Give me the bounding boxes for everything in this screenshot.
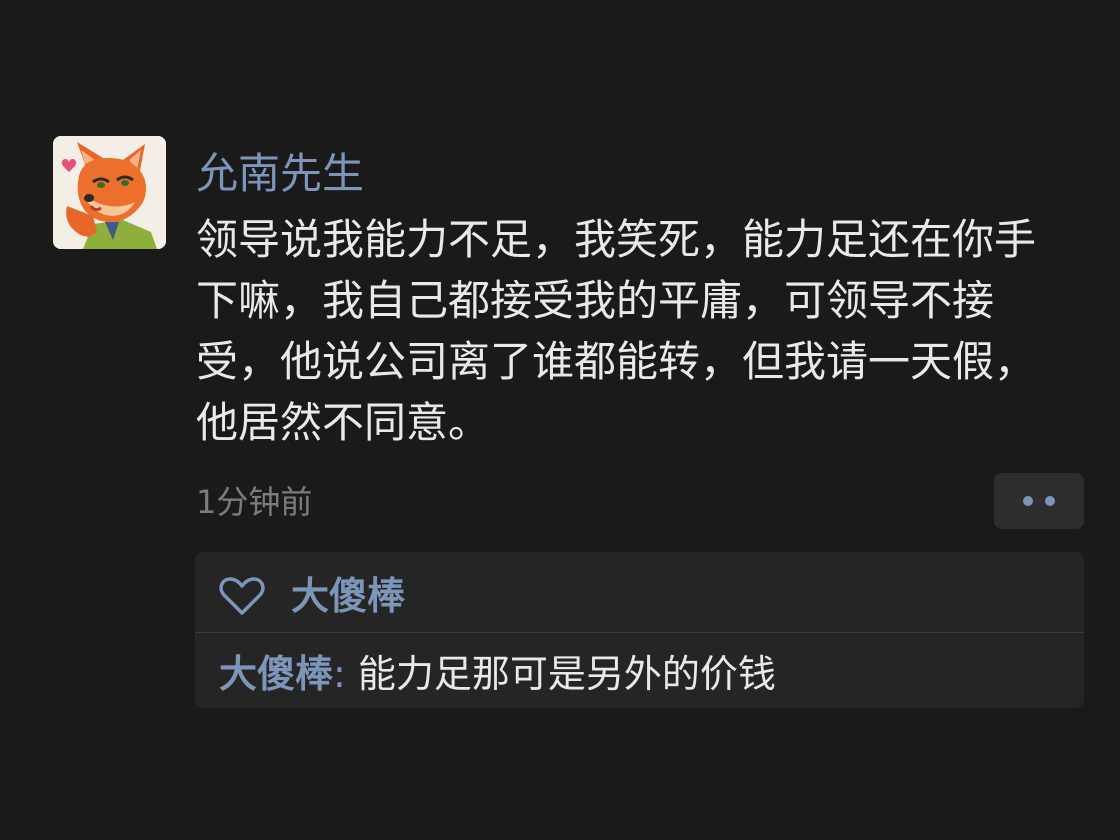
like-name[interactable]: 大傻棒 xyxy=(291,570,405,622)
interaction-panel: 大傻棒 大傻棒: 能力足那可是另外的价钱 xyxy=(195,552,1084,708)
fox-avatar-icon xyxy=(53,136,166,249)
post-text: 领导说我能力不足，我笑死，能力足还在你手下嘛，我自己都接受我的平庸，可领导不接受… xyxy=(196,215,1037,447)
avatar[interactable] xyxy=(53,136,166,249)
timestamp: 1分钟前 xyxy=(196,483,313,521)
comment-separator: : xyxy=(333,652,358,696)
more-dots-icon xyxy=(1023,496,1033,506)
more-button[interactable] xyxy=(994,473,1084,529)
username[interactable]: 允南先生 xyxy=(196,146,364,202)
comment-text: 能力足那可是另外的价钱 xyxy=(357,652,776,696)
likes-row: 大傻棒 xyxy=(195,552,1084,633)
comment-row[interactable]: 大傻棒: 能力足那可是另外的价钱 xyxy=(219,648,776,700)
more-dots-icon xyxy=(1045,496,1055,506)
heart-icon xyxy=(219,577,265,615)
comment-author[interactable]: 大傻棒 xyxy=(219,652,333,696)
moment-post: 允南先生 领导说我能力不足，我笑死，能力足还在你手下嘛，我自己都接受我的平庸，可… xyxy=(0,0,1120,840)
